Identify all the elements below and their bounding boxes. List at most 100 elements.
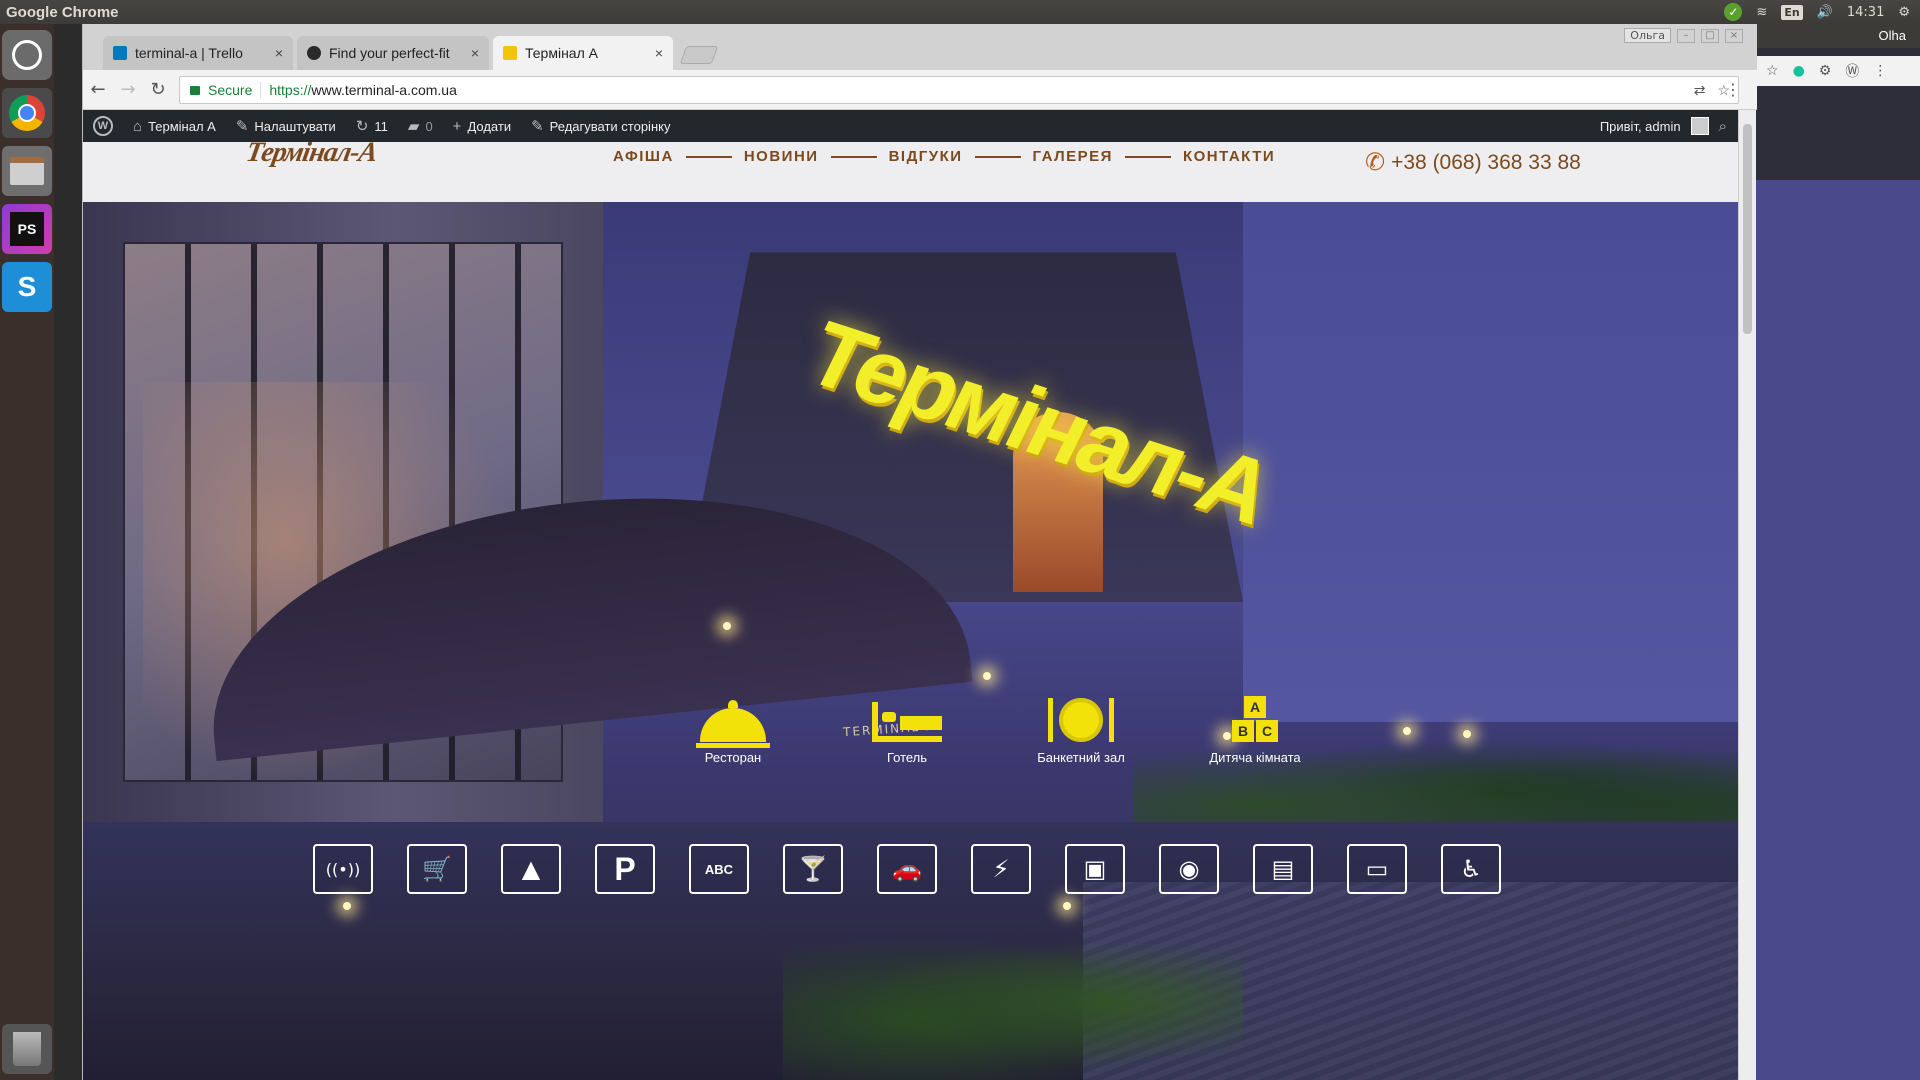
- grammarly-icon[interactable]: ●: [1793, 63, 1805, 79]
- background-window-page: [1756, 180, 1920, 1080]
- tab-title: Find your perfect-fit: [329, 45, 450, 61]
- minimize-button[interactable]: –: [1677, 28, 1695, 43]
- wp-logo-menu[interactable]: W: [83, 116, 123, 136]
- keyboard-layout[interactable]: En: [1781, 4, 1803, 20]
- forward-arrow-icon[interactable]: →: [113, 79, 143, 100]
- files-launcher-icon[interactable]: [2, 146, 52, 196]
- translate-icon[interactable]: ⇄: [1694, 82, 1706, 99]
- nav-item-news[interactable]: НОВИНИ: [744, 148, 819, 165]
- tab-terminal-a[interactable]: Термінал А ×: [493, 36, 673, 70]
- ubuntu-dash-button[interactable]: [2, 30, 52, 80]
- cocktail-icon[interactable]: 🍸: [783, 844, 843, 894]
- wp-updates[interactable]: ↻ 11: [346, 117, 398, 135]
- tab-find-perfect-fit[interactable]: Find your perfect-fit ×: [297, 36, 489, 70]
- nav-divider: [685, 155, 732, 158]
- wp-updates-count: 11: [374, 118, 388, 134]
- page-scrollbar[interactable]: [1738, 110, 1756, 1080]
- street-light: [723, 622, 731, 630]
- service-hotel[interactable]: Готель: [837, 684, 977, 765]
- new-tab-button[interactable]: [679, 46, 719, 64]
- abc-blocks-icon: A B C: [1232, 696, 1278, 742]
- header-phone[interactable]: ✆ +38 (068) 368 33 88: [1365, 148, 1581, 177]
- wifi-tray-icon[interactable]: ≋: [1756, 5, 1767, 20]
- service-restaurant[interactable]: Ресторан: [663, 684, 803, 765]
- service-kids-room[interactable]: A B C Дитяча кімната: [1185, 684, 1325, 765]
- tab-close-icon[interactable]: ×: [655, 45, 663, 61]
- wp-customize[interactable]: ✎ Налаштувати: [226, 117, 346, 135]
- bed-icon: [872, 702, 942, 742]
- wp-site-name[interactable]: ⌂ Термінал А: [123, 118, 226, 135]
- skype-launcher-icon[interactable]: S: [2, 262, 52, 312]
- service-label: Банкетний зал: [1037, 750, 1125, 765]
- trash-launcher-icon[interactable]: [2, 1024, 52, 1074]
- street-light: [343, 902, 351, 910]
- address-bar[interactable]: Secure https:// www.terminal-a.com.ua ⇄ …: [179, 76, 1739, 104]
- system-tray: ✓ ≋ En 🔊 14:31 ⚙: [1724, 0, 1910, 24]
- scrollbar-thumb[interactable]: [1743, 124, 1752, 334]
- service-banquet-hall[interactable]: Банкетний зал: [1011, 684, 1151, 765]
- maximize-button[interactable]: □: [1701, 28, 1719, 43]
- site-logo[interactable]: Термінал-А: [242, 142, 429, 180]
- kids-room-icon[interactable]: ABC: [689, 844, 749, 894]
- nav-item-contacts[interactable]: КОНТАКТИ: [1183, 148, 1275, 165]
- site-favicon-icon: [307, 46, 321, 60]
- phpstorm-launcher-icon[interactable]: PS: [2, 204, 52, 254]
- wp-add-new-label: Додати: [467, 118, 512, 134]
- ev-charging-icon[interactable]: ⚡: [971, 844, 1031, 894]
- wp-edit-page[interactable]: ✎ Редагувати сторінку: [521, 117, 680, 135]
- tab-trello[interactable]: terminal-a | Trello ×: [103, 36, 293, 70]
- tab-strip: terminal-a | Trello × Find your perfect-…: [83, 24, 1757, 70]
- wheelchair-icon[interactable]: ♿: [1441, 844, 1501, 894]
- atm-icon[interactable]: ▣: [1065, 844, 1125, 894]
- wp-comments[interactable]: ▰ 0: [398, 117, 443, 135]
- pyramid-icon[interactable]: ▲: [501, 844, 561, 894]
- nav-item-gallery[interactable]: ГАЛЕРЕЯ: [1033, 148, 1113, 165]
- terminal-payment-icon[interactable]: ▤: [1253, 844, 1313, 894]
- cloche-icon: [696, 700, 770, 748]
- os-top-panel: Google Chrome ✓ ≋ En 🔊 14:31 ⚙: [0, 0, 1920, 24]
- updates-icon: ↻: [355, 118, 369, 135]
- chrome-menu-icon[interactable]: ⋮: [1725, 80, 1741, 99]
- home-dashboard-icon: ⌂: [133, 117, 143, 135]
- parking-icon[interactable]: P: [595, 844, 655, 894]
- browser-window: terminal-a | Trello × Find your perfect-…: [82, 24, 1757, 1080]
- comment-bubble-icon: ▰: [407, 118, 420, 135]
- street-light: [983, 672, 991, 680]
- clock[interactable]: 14:31: [1847, 5, 1884, 20]
- plus-icon: +: [452, 117, 462, 135]
- search-icon[interactable]: ⌕: [1719, 118, 1727, 135]
- background-window-toolbar: ☆ ● ⚙ Ⓦ ⋮: [1756, 56, 1920, 86]
- update-ok-icon[interactable]: ✓: [1724, 3, 1743, 21]
- wifi-icon[interactable]: ((•)): [313, 844, 373, 894]
- wordpress-extension-icon[interactable]: Ⓦ: [1845, 61, 1859, 81]
- chrome-launcher-icon[interactable]: [2, 88, 52, 138]
- close-window-button[interactable]: ×: [1725, 28, 1743, 43]
- extension-gear-icon[interactable]: ⚙: [1819, 63, 1832, 79]
- wp-greeting[interactable]: Привіт, admin: [1600, 119, 1681, 134]
- wp-add-new[interactable]: + Додати: [443, 118, 521, 135]
- phone-number: +38 (068) 368 33 88: [1391, 150, 1581, 174]
- credit-card-icon[interactable]: ▭: [1347, 844, 1407, 894]
- tab-close-icon[interactable]: ×: [275, 45, 283, 61]
- amenities-row: ((•)) 🛒 ▲ P ABC 🍸 🚗 ⚡ ▣ ◉ ▤ ▭ ♿: [313, 844, 1501, 894]
- menu-dots-icon[interactable]: ⋮: [1873, 63, 1887, 79]
- back-arrow-icon[interactable]: ←: [83, 79, 113, 100]
- url-host: www.terminal-a.com.ua: [311, 82, 457, 98]
- nav-item-reviews[interactable]: ВІДГУКИ: [889, 148, 963, 165]
- reload-icon[interactable]: ↻: [143, 79, 173, 100]
- hero-section: Термінал-А TERMINAL A Ресторан Готель Ба…: [83, 202, 1739, 1080]
- plate-icon: [1048, 698, 1114, 742]
- star-icon[interactable]: ☆: [1766, 63, 1779, 79]
- profile-badge[interactable]: Ольга: [1624, 28, 1671, 43]
- car-wash-icon[interactable]: 🚗: [877, 844, 937, 894]
- settings-gear-icon[interactable]: ⚙: [1898, 5, 1910, 20]
- room-service-icon[interactable]: ◉: [1159, 844, 1219, 894]
- nav-item-afisha[interactable]: АФІША: [613, 148, 674, 165]
- nav-divider: [1124, 155, 1171, 158]
- tab-close-icon[interactable]: ×: [471, 45, 479, 61]
- wp-site-name-label: Термінал А: [148, 118, 216, 134]
- volume-icon[interactable]: 🔊: [1817, 5, 1833, 20]
- avatar[interactable]: [1690, 117, 1709, 135]
- shopping-cart-icon[interactable]: 🛒: [407, 844, 467, 894]
- window-title: Google Chrome: [6, 3, 119, 21]
